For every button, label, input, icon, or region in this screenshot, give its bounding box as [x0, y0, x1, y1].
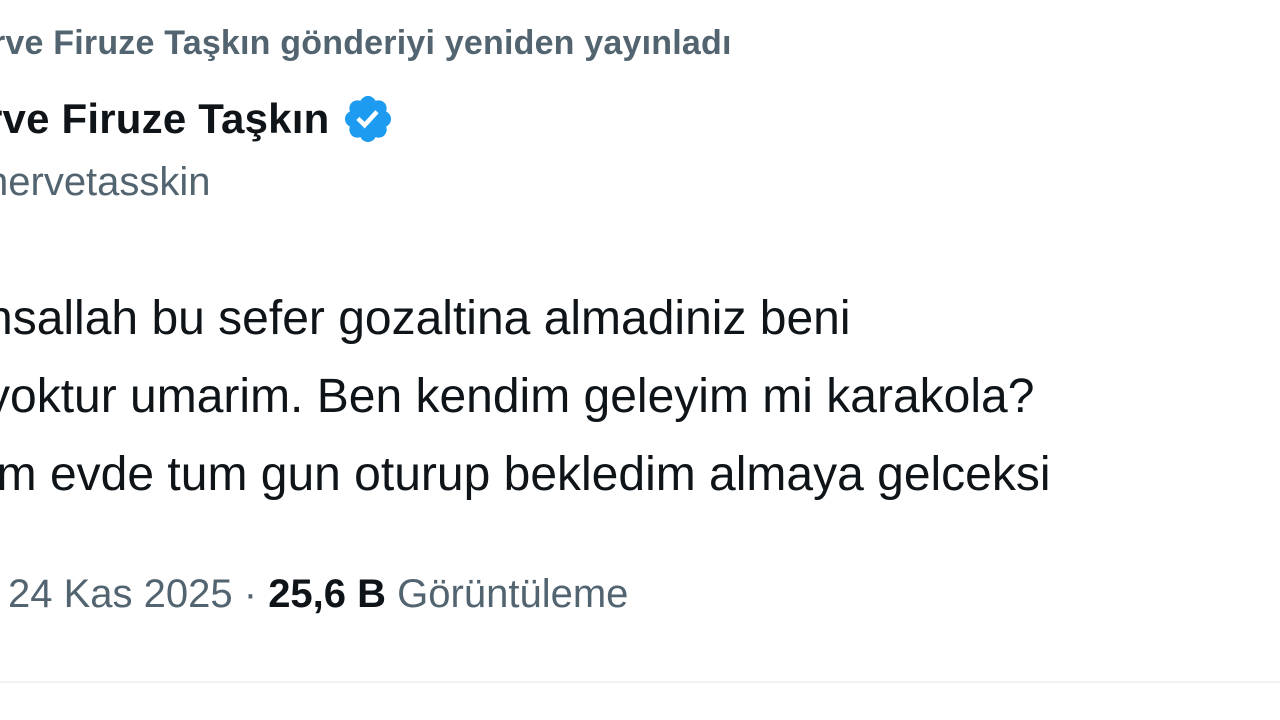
tweet-line-1: nsallah bu sefer gozaltina almadiniz ben…: [0, 292, 851, 345]
verified-badge-icon[interactable]: [341, 92, 395, 146]
repost-text: rve Firuze Taşkın gönderiyi yeniden yayı…: [0, 24, 732, 62]
views-count: 25,6 B: [268, 572, 387, 616]
views-label: Görüntüleme: [386, 572, 629, 616]
author-display-name[interactable]: rve Firuze Taşkın: [0, 95, 329, 143]
tweet-meta: 24 Kas 2025 · 25,6 B Görüntüleme: [8, 572, 628, 617]
author-handle[interactable]: hervetasskin: [0, 160, 211, 205]
tweet-text: nsallah bu sefer gozaltina almadiniz ben…: [0, 280, 1051, 514]
repost-indicator[interactable]: rve Firuze Taşkın gönderiyi yeniden yayı…: [0, 24, 732, 63]
divider: [0, 681, 1280, 683]
tweet-line-2: yoktur umarim. Ben kendim geleyim mi kar…: [0, 370, 1035, 423]
meta-separator: ·: [232, 572, 269, 616]
author-row: rve Firuze Taşkın: [0, 92, 395, 146]
tweet-line-3: im evde tum gun oturup bekledim almaya g…: [0, 448, 1051, 501]
tweet-date[interactable]: 24 Kas 2025: [8, 572, 233, 616]
